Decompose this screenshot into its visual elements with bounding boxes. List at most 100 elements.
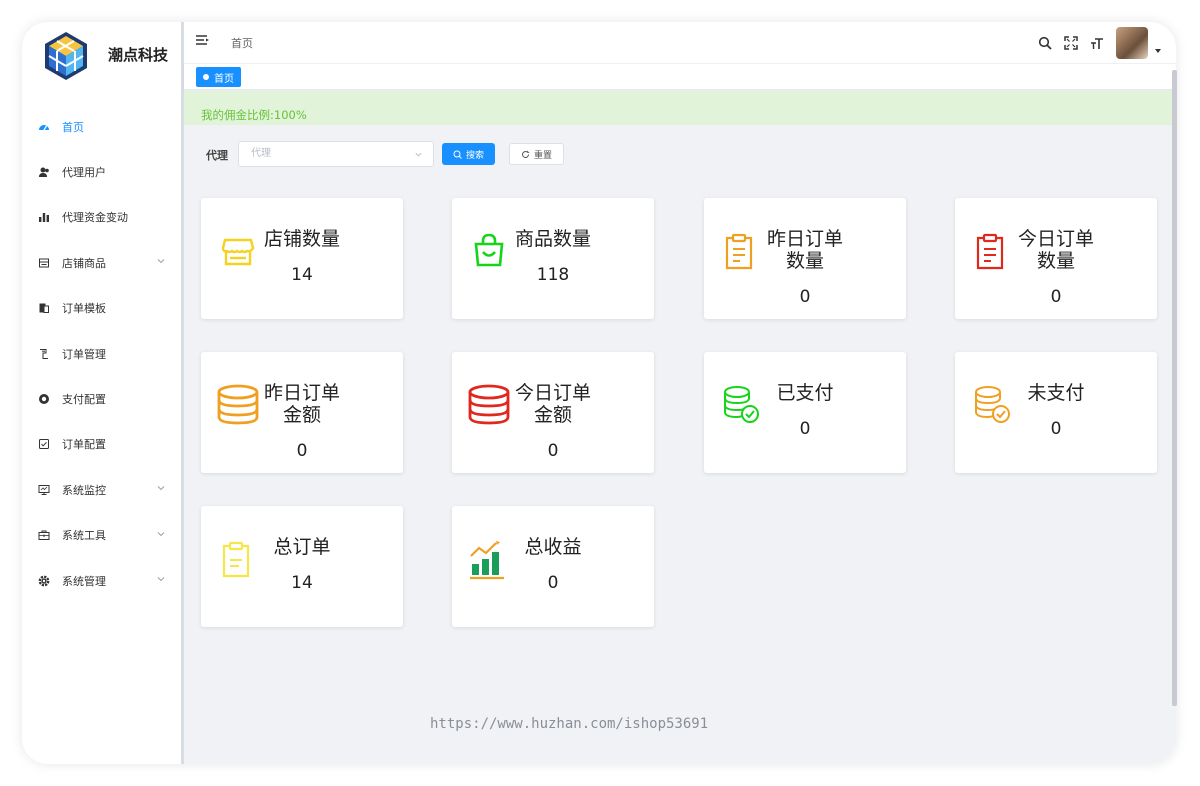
sidebar-item-label: 订单模板 [62,302,106,316]
main-content: 首页 首页 我的佣金比例:100% 代理 代理 搜索 重置 店铺数量 14 商品… [184,22,1176,764]
card-value: 0 [1050,419,1062,439]
card-title: 昨日订单 数量 [764,228,846,272]
search-button[interactable]: 搜索 [442,143,496,165]
sidebar-item-label: 支付配置 [62,393,106,407]
sidebar: 潮点科技 首页 代理用户 代理资金变动 店铺商品 订单模板 订单管理 支付配置 … [22,22,184,764]
menu-toggle-icon[interactable] [196,35,210,47]
agent-select[interactable]: 代理 [238,141,434,167]
card-title-line: 数量 [1036,250,1075,272]
sidebar-item-label: 店铺商品 [62,256,106,270]
card-value: 0 [799,419,811,439]
sidebar-item-system-monitor[interactable]: 系统监控 [22,467,182,512]
reset-button[interactable]: 重置 [509,143,565,165]
card-title: 昨日订单 金额 [261,382,343,426]
card-value: 14 [291,265,313,285]
caret-down-icon[interactable] [1154,47,1162,55]
sidebar-item-label: 订单管理 [62,347,106,361]
growth-chart-icon [470,541,504,580]
card-title: 今日订单 数量 [1015,228,1097,272]
sidebar-item-system-tools[interactable]: 系统工具 [22,513,182,558]
card-title-line: 今日订单 [514,382,591,404]
sidebar-item-label: 代理资金变动 [62,211,128,225]
stat-card-unpaid: 未支付 0 [955,352,1157,473]
sidebar-item-label: 系统管理 [62,574,106,588]
sidebar-item-label: 首页 [62,120,84,134]
tag-dot-icon [203,74,209,80]
logo-icon [42,27,90,85]
reset-button-label: 重置 [534,150,553,161]
stat-card-total-orders: 总订单 14 [201,506,403,627]
font-size-icon[interactable] [1090,36,1104,50]
coins-check-icon [975,386,1010,423]
search-icon[interactable] [1038,36,1052,50]
settings-gear-icon [38,575,50,587]
card-title: 商品数量 [514,228,591,250]
store-icon [221,238,255,266]
sidebar-item-system-manage[interactable]: 系统管理 [22,558,182,603]
chevron-down-icon [157,259,165,264]
sidebar-item-shop-goods[interactable]: 店铺商品 [22,240,182,285]
card-value: 0 [296,441,308,461]
users-icon [38,166,50,178]
filter-form: 代理 代理 搜索 重置 [184,140,1176,168]
app-window: 潮点科技 首页 代理用户 代理资金变动 店铺商品 订单模板 订单管理 支付配置 … [22,22,1176,764]
card-value: 0 [1050,287,1062,307]
card-title-line: 昨日订单 [766,228,843,250]
navbar-tools [1026,26,1162,60]
page-scrollbar[interactable] [1172,70,1177,706]
watermark-text: https://www.huzhan.com/ishop53691 [430,716,709,732]
search-icon [453,150,462,159]
sidebar-item-order-config[interactable]: 订单配置 [22,422,182,467]
card-value: 0 [547,573,559,593]
monitor-icon [38,484,50,496]
coin-stack-icon [468,384,510,425]
stat-card-paid: 已支付 0 [704,352,906,473]
shopping-bag-icon [474,233,504,267]
card-title: 店铺数量 [263,228,340,250]
sidebar-item-order-template[interactable]: 订单模板 [22,286,182,331]
tag-label: 首页 [214,73,234,85]
card-title: 已支付 [776,382,834,404]
sidebar-item-label: 订单配置 [62,438,106,452]
card-title-line: 金额 [282,404,321,426]
chevron-down-icon [157,577,165,582]
stat-card-today-orders: 今日订单 数量 0 [955,198,1157,319]
dashboard-icon [38,121,50,133]
bar-chart-icon [38,211,50,223]
search-button-label: 搜索 [466,150,485,161]
sidebar-item-label: 代理用户 [62,166,106,180]
coins-check-icon [724,386,759,423]
card-value: 118 [536,265,570,285]
coin-stack-icon [217,384,259,425]
avatar[interactable] [1116,27,1148,59]
shop-goods-icon [38,257,50,269]
stat-card-goods-count: 商品数量 118 [452,198,654,319]
template-icon [38,302,50,314]
breadcrumb[interactable]: 首页 [231,35,253,51]
tag-home[interactable]: 首页 [196,67,241,87]
sidebar-item-label: 系统工具 [62,529,106,543]
sidebar-item-agent-users[interactable]: 代理用户 [22,149,182,194]
brand-name: 潮点科技 [108,46,169,64]
order-config-icon [38,438,50,450]
card-title-line: 今日订单 [1017,228,1094,250]
sidebar-menu: 首页 代理用户 代理资金变动 店铺商品 订单模板 订单管理 支付配置 订单配置 … [22,104,182,603]
sidebar-item-order-manage[interactable]: 订单管理 [22,331,182,376]
tags-view: 首页 [184,64,1176,90]
chevron-down-icon [157,486,165,491]
sidebar-item-agent-funds[interactable]: 代理资金变动 [22,195,182,240]
refresh-icon [521,150,530,159]
commission-alert: 我的佣金比例:100% [184,91,1176,125]
sidebar-item-payment-config[interactable]: 支付配置 [22,376,182,421]
card-title: 总订单 [273,536,331,558]
card-title-line: 昨日订单 [263,382,340,404]
chevron-down-icon [157,531,165,536]
fullscreen-icon[interactable] [1064,36,1078,50]
card-value: 14 [291,573,313,593]
sidebar-item-home[interactable]: 首页 [22,104,182,149]
card-value: 0 [547,441,559,461]
stat-card-yesterday-amount: 昨日订单 金额 0 [201,352,403,473]
order-manage-icon [38,348,50,360]
card-title: 今日订单 金额 [512,382,594,426]
toolbox-icon [38,529,50,541]
